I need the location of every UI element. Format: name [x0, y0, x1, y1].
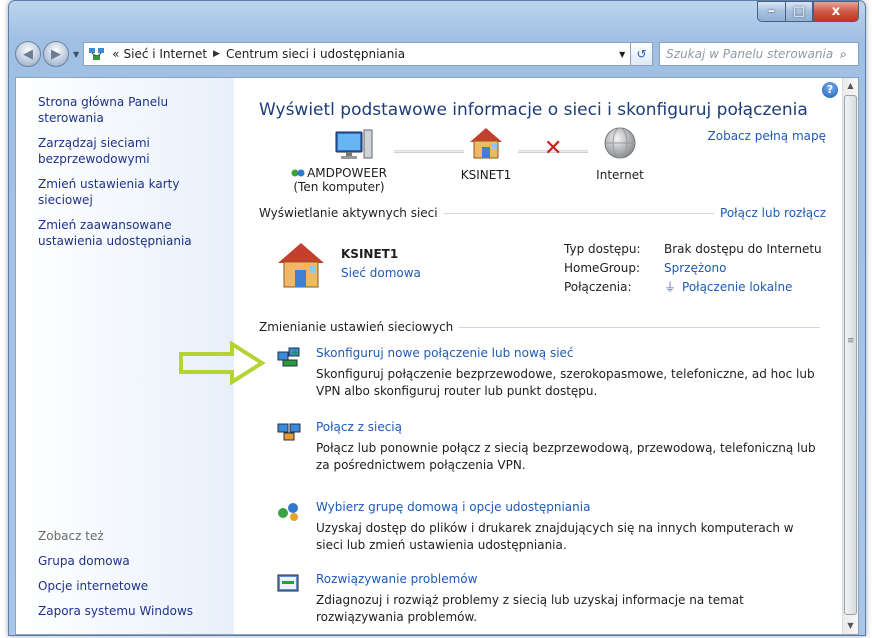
- close-button[interactable]: x: [813, 1, 859, 22]
- network-center-icon: [89, 48, 105, 60]
- scroll-down-button[interactable]: ▼: [843, 618, 858, 634]
- refresh-icon: ↺: [636, 47, 647, 61]
- sidebar-link-home[interactable]: Strona główna Panelu sterowania: [38, 94, 223, 126]
- prop-connections: Połączenia: ⏚ Połączenie lokalne: [564, 279, 793, 295]
- address-dropdown[interactable]: ▼: [614, 50, 630, 59]
- map-label-computer: AMDPOWEER (Ten komputer): [274, 166, 404, 194]
- see-also-internet-options[interactable]: Opcje internetowe: [38, 578, 223, 594]
- map-node-computer[interactable]: [294, 126, 414, 163]
- search-box[interactable]: Szukaj w Panelu sterowania ⌕: [659, 42, 859, 66]
- breadcrumb-item-network[interactable]: Sieć i Internet: [124, 47, 208, 61]
- back-icon: ◀: [23, 46, 33, 62]
- new-connection-icon: +: [277, 347, 300, 367]
- caption-buttons: – □ x: [757, 1, 859, 22]
- homegroup-icon: [278, 503, 298, 521]
- computer-icon: [335, 129, 373, 159]
- breadcrumb-overflow[interactable]: «: [112, 47, 119, 61]
- minimize-button[interactable]: –: [757, 1, 785, 22]
- search-input[interactable]: Szukaj w Panelu sterowania: [666, 47, 840, 61]
- sidebar-link-wireless[interactable]: Zarządzaj sieciami bezprzewodowymi: [38, 135, 223, 167]
- change-settings-header: Zmienianie ustawień sieciowych: [259, 320, 826, 334]
- map-label-network: KSINET1: [460, 168, 512, 182]
- history-dropdown[interactable]: ▼: [73, 50, 79, 59]
- see-also: Zobacz też Grupa domowa Opcje internetow…: [38, 529, 223, 628]
- page-title: Wyświetl podstawowe informacje o sieci i…: [259, 100, 808, 120]
- connect-icon: [277, 423, 301, 441]
- back-button[interactable]: ◀: [15, 41, 41, 67]
- annotation-arrow: [179, 341, 266, 385]
- homegroup-link[interactable]: Sprzężono: [664, 261, 726, 275]
- house-icon: [470, 128, 502, 159]
- task-troubleshoot-link[interactable]: Rozwiązywanie problemów: [316, 572, 477, 586]
- task-connect-link[interactable]: Połącz z siecią: [316, 420, 402, 434]
- active-networks-header: Wyświetlanie aktywnych sieci Połącz lub …: [259, 206, 826, 220]
- map-link-1: [394, 150, 464, 153]
- maximize-button[interactable]: □: [785, 1, 813, 22]
- sidebar-link-sharing[interactable]: Zmień zaawansowane ustawienia udostępnia…: [38, 217, 223, 249]
- sidebar-link-adapter[interactable]: Zmień ustawienia karty sieciowej: [38, 176, 223, 208]
- forward-icon: ▶: [51, 46, 61, 62]
- map-node-network[interactable]: [466, 126, 506, 163]
- change-settings-title: Zmienianie ustawień sieciowych: [259, 320, 454, 334]
- see-also-homegroup[interactable]: Grupa domowa: [38, 553, 223, 569]
- svg-text:+: +: [291, 348, 299, 359]
- local-connection-link[interactable]: Połączenie lokalne: [682, 280, 792, 294]
- troubleshoot-icon: [277, 574, 299, 592]
- scroll-grip-icon: ≡: [847, 336, 855, 346]
- prop-homegroup: HomeGroup: Sprzężono: [564, 260, 727, 275]
- vertical-scrollbar[interactable]: ▲ ≡ ▼: [842, 78, 858, 634]
- task-homegroup-link[interactable]: Wybierz grupę domową i opcje udostępnian…: [316, 500, 590, 514]
- active-networks-title: Wyświetlanie aktywnych sieci: [259, 206, 438, 220]
- map-label-internet: Internet: [596, 168, 644, 182]
- scroll-up-button[interactable]: ▲: [843, 78, 858, 94]
- cable-icon: ⏚: [664, 280, 677, 294]
- globe-icon: [604, 127, 636, 159]
- navigation-bar: ◀ ▶ ▼ « Sieć i Internet ▶ Centrum sieci …: [15, 39, 859, 69]
- scroll-thumb[interactable]: [844, 95, 857, 615]
- map-node-internet[interactable]: [600, 126, 640, 163]
- see-also-firewall[interactable]: Zapora systemu Windows: [38, 603, 223, 619]
- breadcrumb-separator[interactable]: ▶: [213, 49, 220, 59]
- house-icon: [278, 243, 324, 288]
- active-network-name: KSINET1: [341, 247, 399, 261]
- task-connect-desc: Połącz lub ponownie połącz z siecią bezp…: [316, 441, 816, 472]
- refresh-button[interactable]: ↺: [631, 42, 654, 66]
- main-panel: ? Wyświetl podstawowe informacje o sieci…: [234, 78, 842, 634]
- prop-access-type: Typ dostępu: Brak dostępu do Internetu: [564, 241, 822, 256]
- task-new-connection-desc: Skonfiguruj połączenie bezprzewodowe, sz…: [316, 367, 815, 398]
- active-network-type-link[interactable]: Sieć domowa: [341, 266, 481, 280]
- task-homegroup-desc: Uzyskaj dostęp do plików i drukarek znaj…: [316, 521, 794, 552]
- breadcrumb-item-center[interactable]: Centrum sieci i udostępniania: [226, 47, 405, 61]
- full-map-link[interactable]: Zobacz pełną mapę: [708, 129, 826, 143]
- task-new-connection-link[interactable]: Skonfiguruj nowe połączenie lub nową sie…: [316, 346, 574, 360]
- network-properties: Typ dostępu: Brak dostępu do Internetu H…: [564, 239, 822, 296]
- forward-button[interactable]: ▶: [43, 41, 69, 67]
- homegroup-badge-icon: [291, 169, 305, 177]
- content-area: Strona główna Panelu sterowania Zarządza…: [15, 77, 859, 635]
- help-icon[interactable]: ?: [822, 82, 838, 98]
- task-troubleshoot-desc: Zdiagnozuj i rozwiąż problemy z siecią l…: [316, 593, 744, 624]
- error-x-icon: ✕: [544, 136, 563, 161]
- address-bar[interactable]: « Sieć i Internet ▶ Centrum sieci i udos…: [83, 42, 632, 66]
- window: – □ x ◀ ▶ ▼ « Sieć i Internet ▶ Centrum …: [8, 0, 866, 636]
- search-icon[interactable]: ⌕: [840, 47, 858, 62]
- see-also-title: Zobacz też: [38, 529, 104, 543]
- connect-disconnect-link[interactable]: Połącz lub rozłącz: [720, 206, 826, 220]
